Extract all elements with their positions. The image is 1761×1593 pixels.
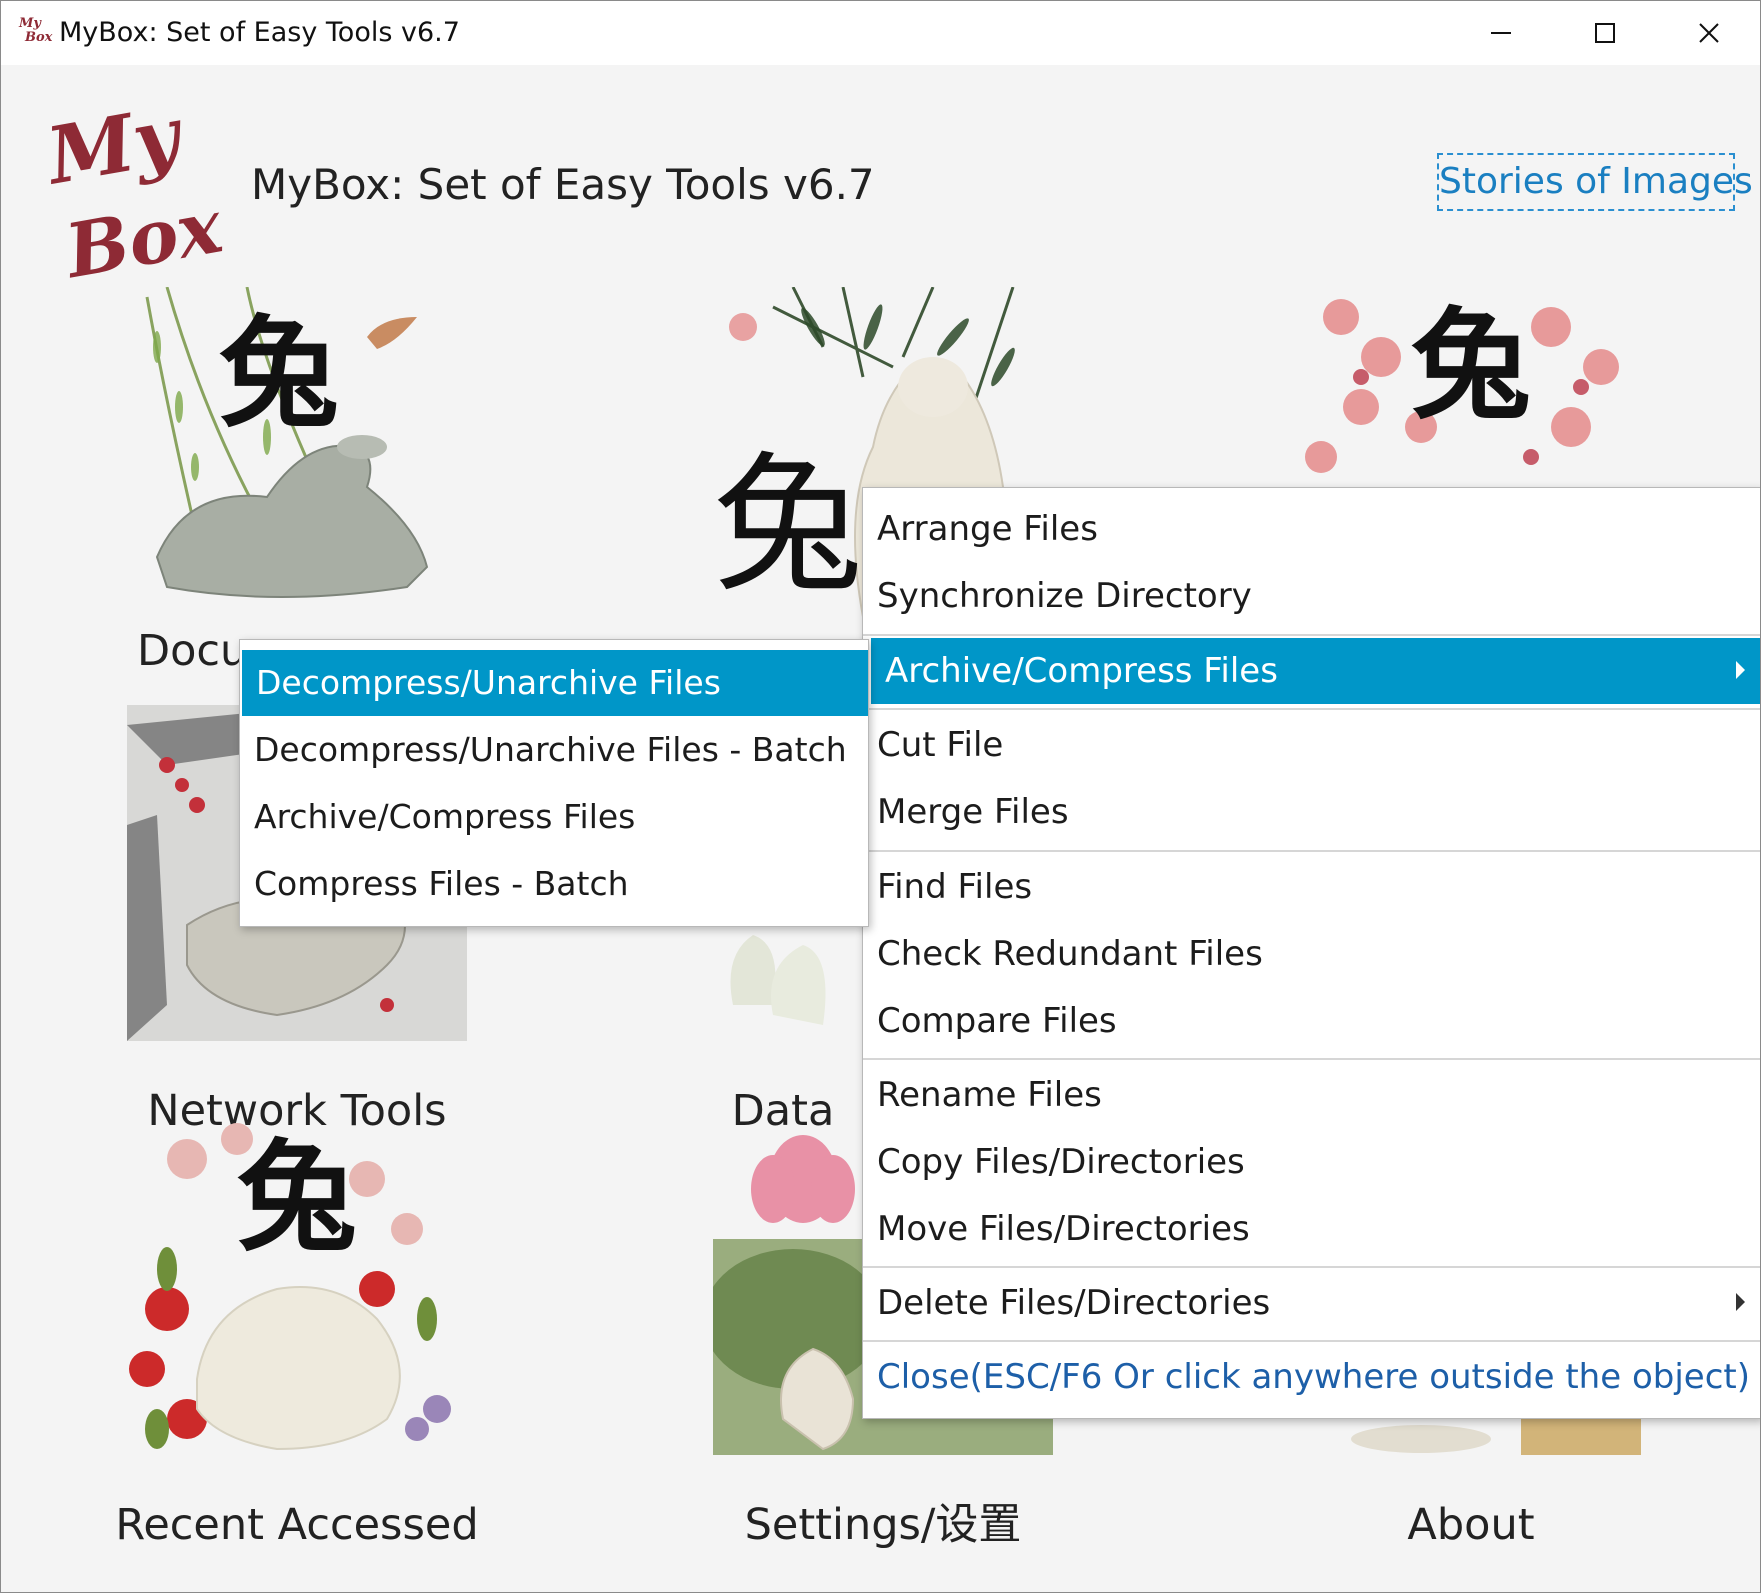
close-button[interactable] bbox=[1657, 1, 1760, 65]
submenu-item-compress-files-batch[interactable]: Compress Files - Batch bbox=[240, 851, 868, 917]
tile-label-recent-accessed[interactable]: Recent Accessed bbox=[77, 1497, 517, 1553]
submenu-item-archive-compress-files[interactable]: Archive/Compress Files bbox=[240, 784, 868, 850]
minimize-icon bbox=[1491, 32, 1511, 34]
maximize-icon bbox=[1595, 23, 1615, 43]
app-window: My Box MyBox: Set of Easy Tools v6.7 My … bbox=[0, 0, 1761, 1593]
mybox-logo: My Box bbox=[41, 95, 229, 285]
menu-item-merge-files[interactable]: Merge Files bbox=[863, 779, 1760, 845]
window-title: MyBox: Set of Easy Tools v6.7 bbox=[59, 17, 460, 48]
menu-item-label: Archive/Compress Files bbox=[885, 651, 1278, 691]
menu-item-copy-files-directories[interactable]: Copy Files/Directories bbox=[863, 1129, 1760, 1195]
submenu-item-decompress-unarchive-files[interactable]: Decompress/Unarchive Files bbox=[242, 650, 868, 716]
menu-item-check-redundant-files[interactable]: Check Redundant Files bbox=[863, 921, 1760, 987]
menu-item-arrange-files[interactable]: Arrange Files bbox=[863, 496, 1760, 562]
menu-separator bbox=[863, 634, 1760, 636]
menu-item-rename-files[interactable]: Rename Files bbox=[863, 1062, 1760, 1128]
calligraphy-glyph: 兔 bbox=[713, 439, 863, 613]
tile-recent-accessed[interactable]: 兔 bbox=[127, 1119, 467, 1455]
archive-submenu: Decompress/Unarchive Files Decompress/Un… bbox=[239, 639, 869, 927]
menu-item-synchronize-directory[interactable]: Synchronize Directory bbox=[863, 563, 1760, 629]
rabbit-jade-image: 兔 bbox=[145, 287, 429, 598]
maximize-button[interactable] bbox=[1553, 1, 1657, 65]
calligraphy-glyph: 兔 bbox=[237, 1127, 357, 1268]
menu-item-cut-file[interactable]: Cut File bbox=[863, 712, 1760, 778]
menu-item-archive-compress-files[interactable]: Archive/Compress Files bbox=[871, 638, 1760, 704]
menu-separator bbox=[863, 708, 1760, 710]
close-icon bbox=[1699, 23, 1719, 43]
rabbit-flowers-image: 兔 bbox=[129, 1123, 451, 1451]
submenu-arrow-icon bbox=[1736, 1293, 1745, 1311]
tile-label-about[interactable]: About bbox=[1251, 1497, 1691, 1553]
minimize-button[interactable] bbox=[1449, 1, 1553, 65]
submenu-item-decompress-unarchive-batch[interactable]: Decompress/Unarchive Files - Batch bbox=[240, 717, 868, 783]
menu-item-close[interactable]: Close(ESC/F6 Or click anywhere outside t… bbox=[863, 1344, 1760, 1410]
app-icon-text-bottom: Box bbox=[25, 30, 53, 45]
calligraphy-glyph: 兔 bbox=[219, 303, 339, 444]
menu-item-move-files-directories[interactable]: Move Files/Directories bbox=[863, 1196, 1760, 1262]
logo-text-box: Box bbox=[58, 183, 229, 285]
tile-label-settings[interactable]: Settings/设置 bbox=[663, 1497, 1103, 1553]
menu-separator bbox=[863, 1266, 1760, 1268]
menu-separator bbox=[863, 1340, 1760, 1342]
app-icon: My Box bbox=[19, 17, 53, 51]
file-tools-menu: Arrange Files Synchronize Directory Arch… bbox=[862, 487, 1760, 1419]
submenu-arrow-icon bbox=[1736, 661, 1745, 679]
calligraphy-glyph: 兔 bbox=[1411, 295, 1531, 436]
menu-item-label: Delete Files/Directories bbox=[877, 1283, 1271, 1323]
title-bar[interactable]: My Box MyBox: Set of Easy Tools v6.7 bbox=[1, 1, 1760, 65]
menu-item-compare-files[interactable]: Compare Files bbox=[863, 988, 1760, 1054]
app-heading: MyBox: Set of Easy Tools v6.7 bbox=[251, 160, 875, 209]
stories-of-images-link[interactable]: Stories of Images bbox=[1437, 153, 1753, 211]
menu-item-find-files[interactable]: Find Files bbox=[863, 854, 1760, 920]
logo-text-my: My bbox=[41, 95, 191, 203]
app-icon-text-top: My bbox=[19, 16, 41, 31]
menu-separator bbox=[863, 850, 1760, 852]
menu-separator bbox=[863, 1058, 1760, 1060]
tile-documents[interactable]: 兔 bbox=[127, 287, 467, 623]
menu-item-delete-files-directories[interactable]: Delete Files/Directories bbox=[863, 1270, 1760, 1336]
